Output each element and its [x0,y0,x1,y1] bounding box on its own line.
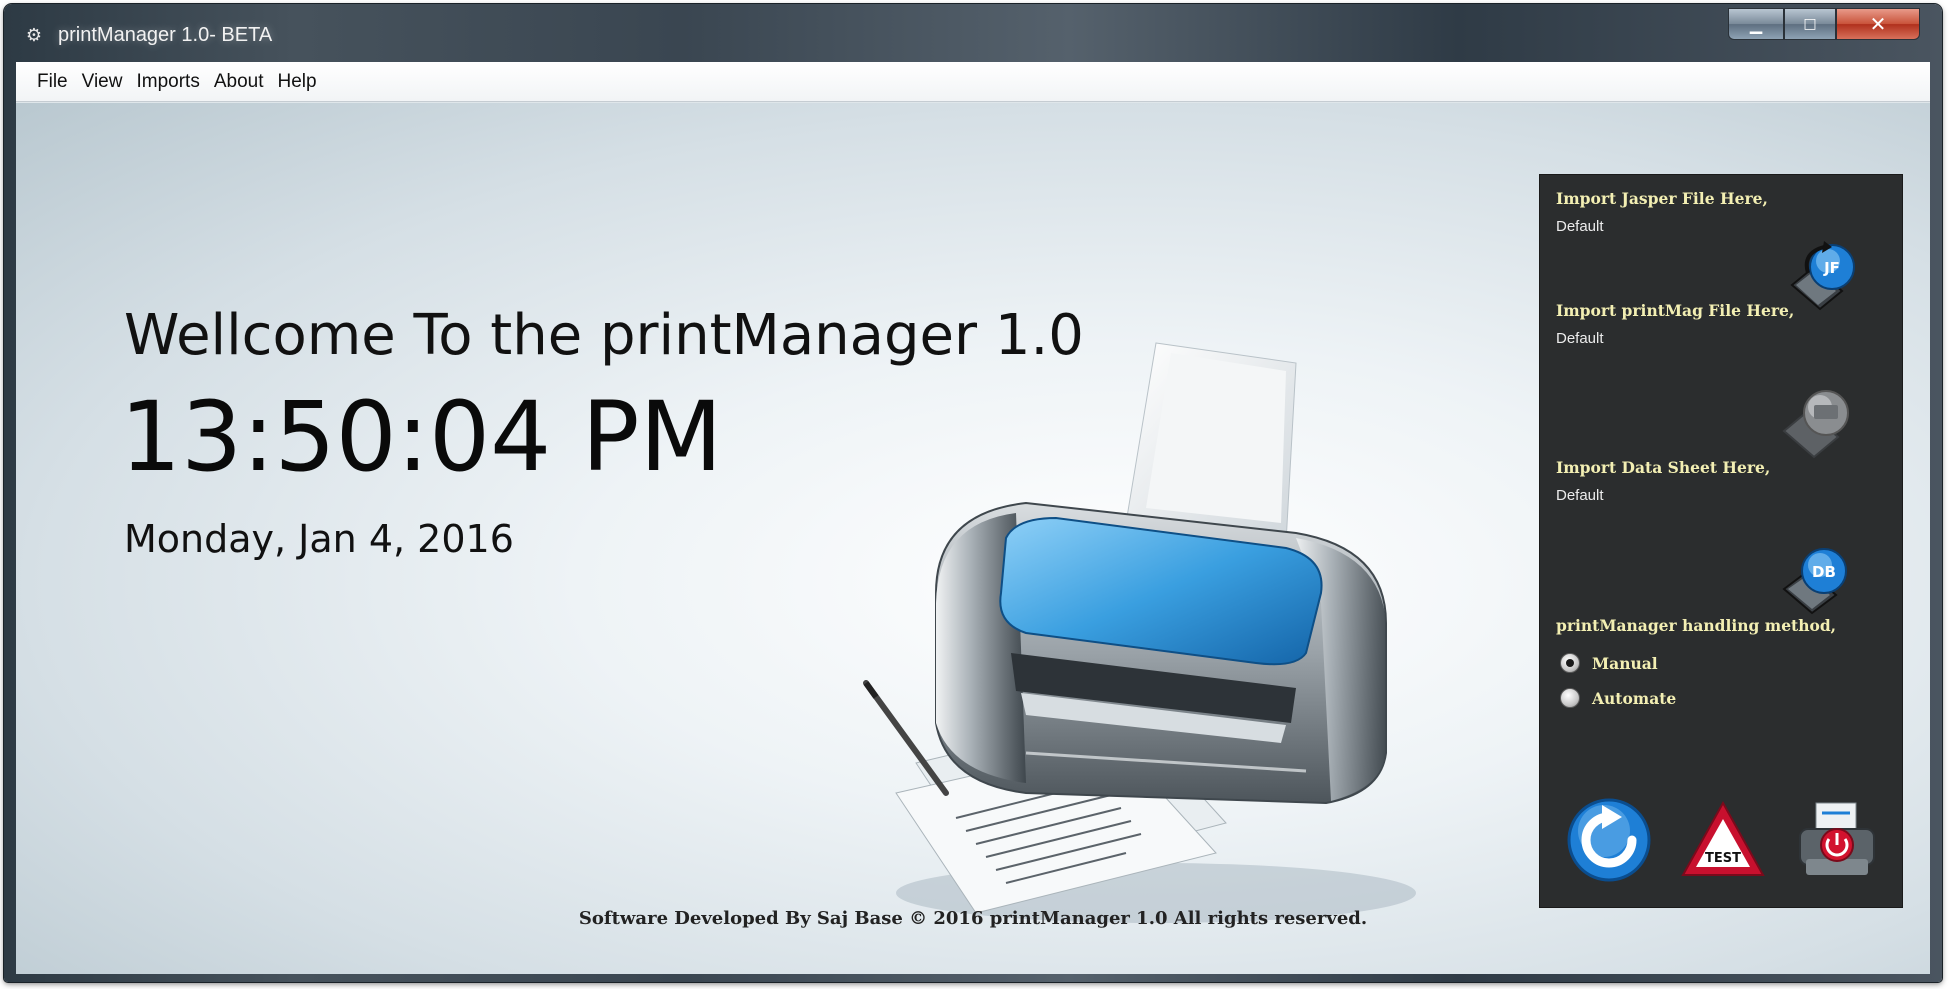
test-warning-icon[interactable]: TEST [1678,795,1768,885]
method-option-manual[interactable]: Manual [1560,653,1658,673]
menu-imports[interactable]: Imports [129,62,206,102]
maximize-button[interactable]: □ [1784,8,1836,40]
menu-bar: File View Imports About Help [16,62,1930,102]
menu-about[interactable]: About [207,62,271,102]
jasper-badge: JF [1823,259,1840,277]
close-button[interactable]: ✕ [1836,8,1920,40]
datasheet-heading: Import Data Sheet Here, [1556,458,1771,477]
title-bar[interactable]: ⚙ printManager 1.0- BETA ▁ □ ✕ [4,4,1942,64]
window-controls: ▁ □ ✕ [1728,8,1920,44]
clock-time: 13:50:04 PM [120,381,723,493]
datasheet-badge: DB [1812,563,1836,581]
test-label: TEST [1705,851,1741,866]
app-icon[interactable]: ⚙ [24,26,44,46]
main-canvas: Wellcome To the printManager 1.0 13:50:0… [16,103,1930,974]
jasper-value: Default [1556,218,1604,235]
menu-help[interactable]: Help [270,62,323,102]
printmag-value: Default [1556,330,1604,347]
refresh-icon[interactable] [1564,795,1654,885]
printmag-heading: Import printMag File Here, [1556,301,1795,320]
manual-radio[interactable] [1560,653,1580,673]
jasper-heading: Import Jasper File Here, [1556,189,1768,208]
datasheet-import-icon[interactable]: DB [1774,539,1856,621]
clock-date: Monday, Jan 4, 2016 [124,517,514,561]
method-heading: printManager handling method, [1556,616,1837,635]
app-window: ⚙ printManager 1.0- BETA ▁ □ ✕ File View… [4,4,1942,982]
printer-illustration [863,342,1416,923]
menu-file[interactable]: File [30,62,75,102]
datasheet-value: Default [1556,487,1604,504]
method-option-automate[interactable]: Automate [1560,688,1676,708]
window-title: printManager 1.0- BETA [58,24,273,46]
footer-copyright: Software Developed By Saj Base © 2016 pr… [578,908,1368,929]
client-area: File View Imports About Help Wellcome To… [16,62,1930,974]
printer-power-icon[interactable] [1792,795,1882,885]
minimize-button[interactable]: ▁ [1728,8,1784,40]
menu-view[interactable]: View [75,62,130,102]
import-panel: Import Jasper File Here, Default JF Impo… [1539,174,1903,908]
printmag-import-icon[interactable] [1774,381,1856,463]
manual-label: Manual [1592,653,1658,673]
automate-radio[interactable] [1560,688,1580,708]
automate-label: Automate [1592,688,1677,708]
